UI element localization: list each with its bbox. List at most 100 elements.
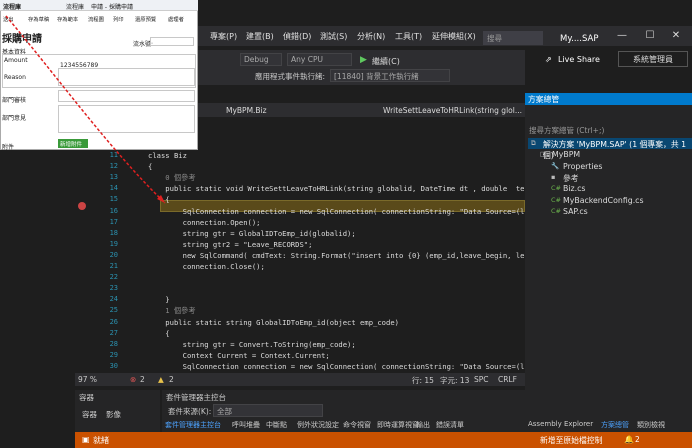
bpm-toolbar-button[interactable]: 送出 xyxy=(3,15,14,23)
admin-button[interactable]: 系統管理員 xyxy=(618,51,688,67)
ready-icon: ▣ xyxy=(82,435,90,444)
bpm-toolbar-button[interactable]: 存為範本 xyxy=(57,15,78,23)
tree-item[interactable]: MyBackendConfig.cs xyxy=(563,196,644,205)
menu-debug[interactable]: 偵錯(D) xyxy=(283,31,311,42)
thread-select[interactable]: [11840] 背景工作執行緒 xyxy=(330,69,450,82)
line-number: 15 xyxy=(109,195,118,204)
bpm-reason-field[interactable] xyxy=(58,68,195,86)
solution-tab[interactable]: Assembly Explorer xyxy=(528,420,593,428)
tree-item[interactable]: Biz.cs xyxy=(563,184,585,193)
tree-item[interactable]: SAP.cs xyxy=(563,207,588,216)
bottom-tab[interactable]: 套件管理器主控台 xyxy=(165,420,221,430)
solution-tab[interactable]: 類別檢視 xyxy=(637,420,665,430)
minimize-icon[interactable]: — xyxy=(612,30,632,44)
zoom-level[interactable]: 97 % xyxy=(78,375,97,384)
bpm-toolbar-button[interactable]: 還原預覽 xyxy=(135,15,156,23)
source-control-button[interactable]: 新增至原始檔控制 xyxy=(540,435,602,446)
tree-item[interactable]: Properties xyxy=(563,162,602,171)
bottom-tab[interactable]: 中斷點 xyxy=(266,420,287,430)
menu-extensions[interactable]: 延伸模組(X) xyxy=(432,31,476,42)
crlf-indicator[interactable]: CRLF xyxy=(498,375,517,384)
code-line[interactable]: connection.Open(); xyxy=(148,218,261,227)
code-line[interactable]: { xyxy=(148,329,169,338)
code-line[interactable]: SqlConnection connection = new SqlConnec… xyxy=(148,207,559,216)
solution-explorer-title: 方案總管 xyxy=(528,95,560,104)
bpm-section-opinion: 部門意見 xyxy=(2,115,27,122)
menu-analyze[interactable]: 分析(N) xyxy=(357,31,385,42)
code-line[interactable]: { xyxy=(148,162,152,171)
tab-image[interactable]: 影像 xyxy=(106,409,121,420)
bpm-toolbar-button[interactable]: 存為草稿 xyxy=(28,15,49,23)
code-line[interactable]: class Biz xyxy=(148,151,187,160)
notification-icon[interactable]: 🔔 xyxy=(624,435,634,444)
spc-indicator[interactable]: SPC xyxy=(474,375,489,384)
package-source-select[interactable]: 全部 xyxy=(213,404,323,417)
error-count[interactable]: 2 xyxy=(140,375,145,384)
bottom-tab[interactable]: 輸出 xyxy=(416,420,430,430)
bpm-toolbar-button[interactable]: 流程圖 xyxy=(88,15,104,23)
bottom-tab[interactable]: 即時運算視窗 xyxy=(377,420,419,430)
tree-item-icon: ◫ xyxy=(540,150,547,159)
tree-item[interactable]: 參考 xyxy=(563,173,579,184)
tree-item-icon: ⧉ xyxy=(531,139,536,147)
line-number: 25 xyxy=(109,306,118,315)
code-line[interactable]: connection.Close(); xyxy=(148,262,265,271)
file-nav-select[interactable]: MyBPM.Biz xyxy=(226,106,267,115)
menu-test[interactable]: 測試(S) xyxy=(320,31,347,42)
bpm-opinion-field[interactable] xyxy=(58,105,195,133)
tree-item-icon: ▪ xyxy=(551,172,556,181)
bpm-reason-label: Reason xyxy=(4,74,26,81)
code-line[interactable]: new SqlCommand( cmdText: String.Format("… xyxy=(148,251,547,260)
code-line[interactable]: 0 個參考 xyxy=(148,173,195,183)
bpm-nav-flow[interactable]: 流程庫 xyxy=(66,2,84,11)
breakpoint-icon[interactable] xyxy=(78,202,86,210)
bpm-form-no-field[interactable] xyxy=(150,37,194,46)
bpm-toolbar-button[interactable]: 列印 xyxy=(113,15,124,23)
bpm-toolbar-button[interactable]: 處理者 xyxy=(168,15,184,23)
code-line[interactable]: SqlConnection connection = new SqlConnec… xyxy=(148,362,559,371)
bpm-nav-apply[interactable]: 申請 - 採購申請 xyxy=(91,2,133,11)
solution-search-input[interactable]: 搜尋方案總管 (Ctrl+;) xyxy=(529,125,604,136)
char-indicator: 字元: 13 xyxy=(440,376,470,385)
platform-select[interactable]: Any CPU xyxy=(287,53,352,66)
code-line[interactable]: 1 個參考 xyxy=(148,306,195,316)
bottom-tab[interactable]: 錯誤清單 xyxy=(436,420,464,430)
bpm-section-approval: 部門審核 xyxy=(2,97,27,104)
package-source-label: 套件來源(K): xyxy=(168,407,212,416)
config-select[interactable]: Debug xyxy=(240,53,282,66)
line-number: 11 xyxy=(109,151,118,159)
method-nav-select[interactable]: WriteSettLeaveToHRLink(string glol... xyxy=(383,106,522,115)
solution-tab[interactable]: 方案總管 xyxy=(601,420,629,430)
play-icon[interactable]: ▶ xyxy=(360,55,367,65)
live-share-button[interactable]: ⇗ Live Share xyxy=(545,52,605,68)
code-line[interactable]: string gtr = Convert.ToString(emp_code); xyxy=(148,340,356,349)
status-ready: 就緒 xyxy=(93,436,109,445)
tab-container[interactable]: 容器 xyxy=(82,409,97,420)
line-number: 30 xyxy=(109,361,118,370)
bottom-tab[interactable]: 命令視窗 xyxy=(343,420,371,430)
bottom-tab[interactable]: 例外狀況設定 xyxy=(297,420,339,430)
code-line[interactable]: string gtr = GlobalIDToEmp_id(globalid); xyxy=(148,229,356,238)
code-line[interactable]: string gtr2 = "Leave_RECORDS"; xyxy=(148,240,313,249)
bottom-tab[interactable]: 呼叫堆疊 xyxy=(232,420,260,430)
line-number: 24 xyxy=(109,295,118,304)
menu-project[interactable]: 專案(P) xyxy=(210,31,237,42)
code-line[interactable]: public static void WriteSettLeaveToHRLin… xyxy=(148,184,537,193)
warning-count[interactable]: 2 xyxy=(169,375,174,384)
code-line[interactable]: public static string GlobalIDToEmp_id(ob… xyxy=(148,318,399,327)
search-input[interactable]: 搜尋 xyxy=(483,31,543,45)
code-line[interactable]: } xyxy=(148,295,169,304)
continue-button[interactable]: 繼續(C) xyxy=(372,56,400,67)
menu-tools[interactable]: 工具(T) xyxy=(395,31,422,42)
line-number: 26 xyxy=(109,317,118,326)
maximize-icon[interactable]: ☐ xyxy=(640,30,660,44)
tree-item[interactable]: MyBPM xyxy=(552,150,580,159)
close-icon[interactable]: ✕ xyxy=(666,30,686,44)
bpm-approval-field[interactable] xyxy=(58,90,195,102)
bpm-upload-button[interactable]: 新增附件 xyxy=(58,139,88,148)
code-line[interactable]: Context Current = Context.Current; xyxy=(148,351,330,360)
bpm-form-title: 採購申請 xyxy=(2,34,42,45)
menu-build[interactable]: 建置(B) xyxy=(246,31,274,42)
tree-item-icon: C# xyxy=(551,206,561,215)
code-line[interactable]: { xyxy=(148,195,169,204)
